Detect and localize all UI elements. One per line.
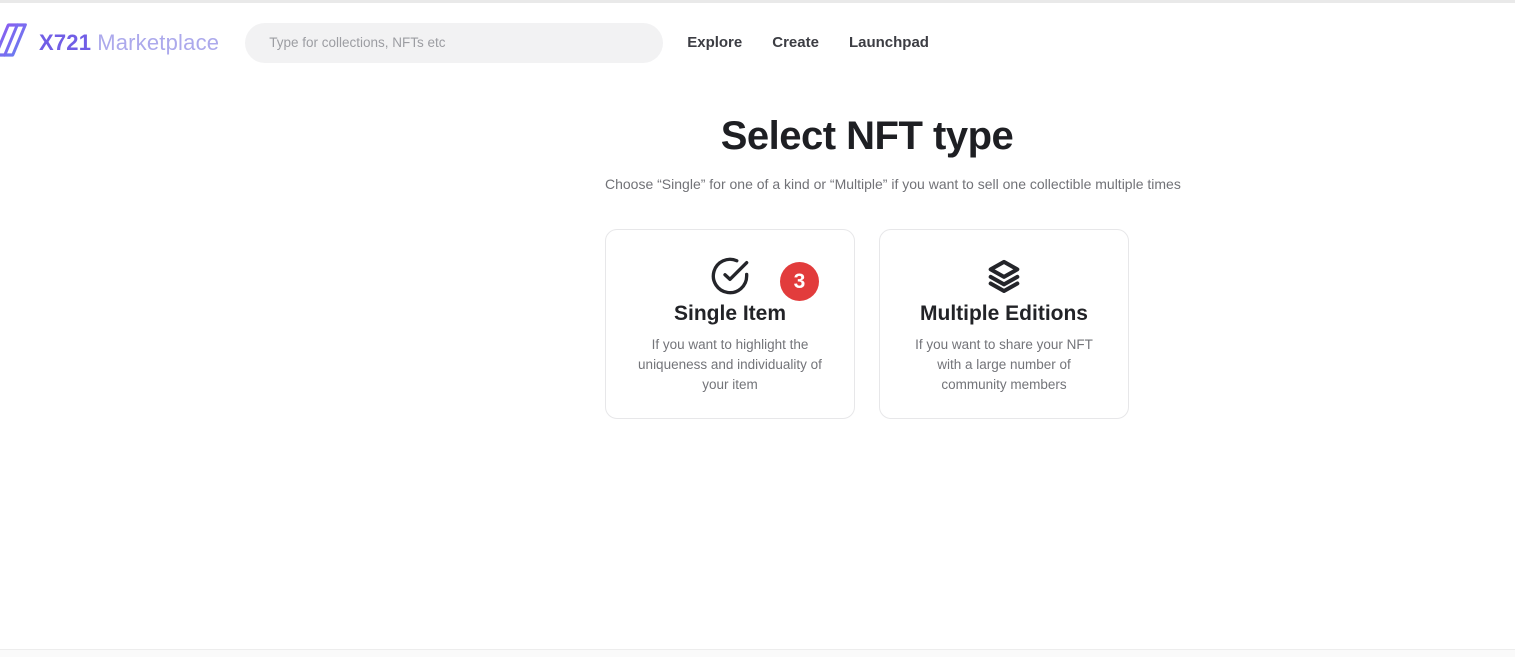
nft-type-cards: Single Item If you want to highlight the… (605, 229, 1129, 419)
notification-badge: 3 (780, 262, 819, 301)
page-subtitle: Choose “Single” for one of a kind or “Mu… (605, 176, 1129, 192)
select-nft-type-section: Select NFT type Choose “Single” for one … (605, 114, 1129, 419)
main-nav: Explore Create Launchpad (687, 34, 929, 51)
logo-text: X721Marketplace (39, 30, 219, 56)
logo-brand: X721 (39, 30, 91, 55)
card-title: Multiple Editions (906, 302, 1102, 326)
card-single-item[interactable]: Single Item If you want to highlight the… (605, 229, 855, 419)
card-description: If you want to highlight the uniqueness … (632, 335, 828, 395)
logo[interactable]: X721Marketplace (0, 18, 219, 67)
card-multiple-editions[interactable]: Multiple Editions If you want to share y… (879, 229, 1129, 419)
page-bottom-strip (0, 649, 1515, 657)
search-input[interactable] (245, 23, 663, 63)
header: X721Marketplace Explore Create Launchpad (0, 3, 1515, 82)
card-description: If you want to share your NFT with a lar… (906, 335, 1102, 395)
page: X721Marketplace Explore Create Launchpad… (0, 0, 1515, 657)
layers-icon (906, 255, 1102, 297)
nav-item-create[interactable]: Create (772, 34, 819, 51)
x721-logo-icon (0, 18, 30, 67)
nav-item-launchpad[interactable]: Launchpad (849, 34, 929, 51)
card-title: Single Item (632, 302, 828, 326)
page-title: Select NFT type (605, 114, 1129, 159)
nav-item-explore[interactable]: Explore (687, 34, 742, 51)
logo-suffix: Marketplace (97, 30, 219, 55)
